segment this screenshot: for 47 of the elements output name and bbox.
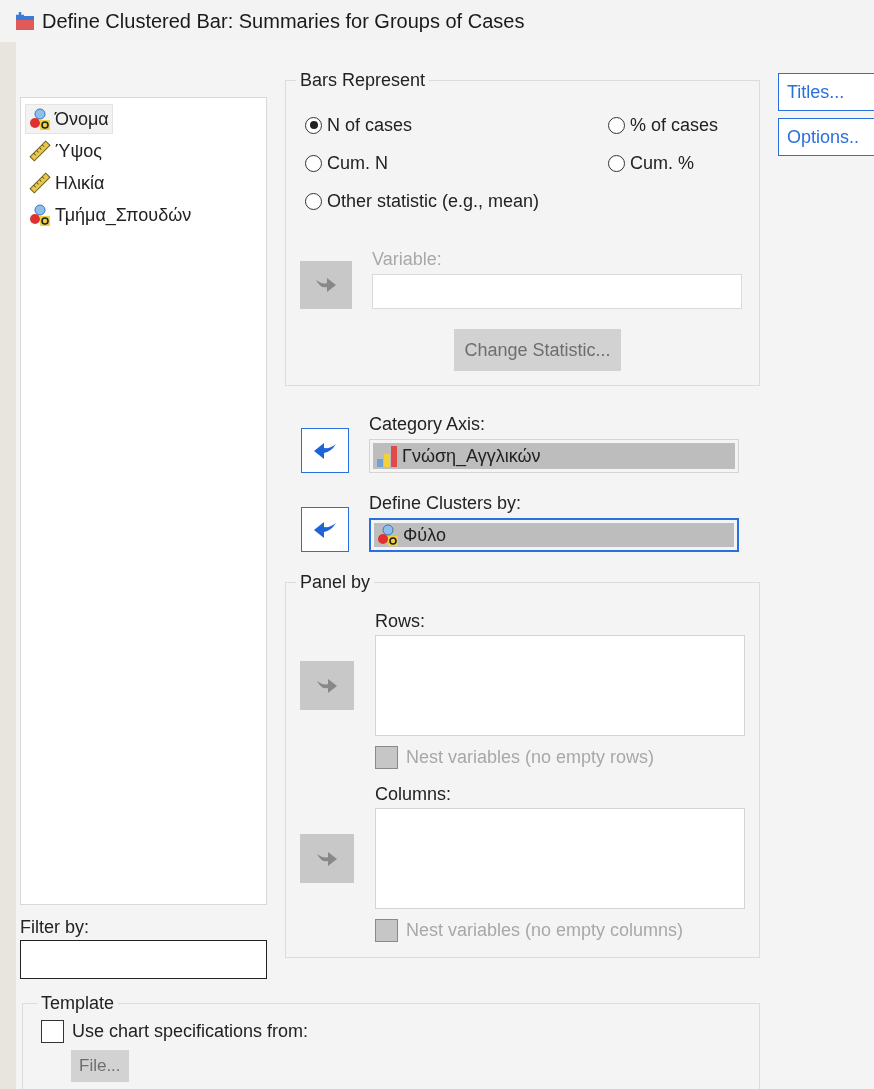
circles-icon bbox=[377, 524, 399, 546]
variable-item[interactable]: Ηλικία bbox=[25, 168, 109, 198]
group-title: Bars Represent bbox=[299, 70, 427, 91]
variable-field[interactable]: Φύλο bbox=[369, 518, 739, 552]
radio-option[interactable]: N of cases bbox=[305, 113, 608, 137]
bar-chart-icon bbox=[376, 444, 398, 468]
group-title: Panel by bbox=[299, 572, 372, 593]
field-label: Category Axis: bbox=[369, 414, 487, 435]
variable-item[interactable]: Ύψος bbox=[25, 136, 106, 166]
list-field[interactable] bbox=[375, 635, 745, 736]
radio-button[interactable] bbox=[608, 116, 625, 134]
field-label: Rows: bbox=[375, 611, 425, 631]
arrow-right-icon bbox=[315, 277, 337, 293]
radio-option[interactable]: Cum. N bbox=[305, 151, 608, 175]
variable-list[interactable]: Όνομα Ύψος Ηλικία Τμήμα_Σπουδών bbox=[20, 97, 267, 905]
filter-label: Filter by: bbox=[20, 917, 90, 938]
checkbox[interactable] bbox=[41, 1019, 64, 1043]
group-title: Template bbox=[40, 993, 116, 1014]
radio-button[interactable] bbox=[305, 192, 322, 210]
field-label: Define Clusters by: bbox=[369, 493, 523, 514]
variable-item[interactable]: Τμήμα_Σπουδών bbox=[25, 200, 196, 230]
variable-label: Variable: bbox=[372, 249, 443, 270]
radio-option[interactable]: % of cases bbox=[608, 113, 745, 137]
move-button[interactable] bbox=[301, 507, 349, 552]
circles-icon bbox=[29, 108, 51, 130]
list-field[interactable] bbox=[375, 808, 745, 909]
arrow-right-icon bbox=[316, 677, 338, 694]
window-title: Define Clustered Bar: Summaries for Groups of Cases bbox=[42, 9, 525, 33]
radio-option[interactable]: Other statistic (e.g., mean) bbox=[305, 189, 745, 213]
radio-button[interactable] bbox=[305, 116, 322, 134]
variable-item[interactable]: Όνομα bbox=[25, 104, 113, 134]
dialog-button[interactable]: Options.. bbox=[778, 118, 874, 156]
radio-option[interactable]: Cum. % bbox=[608, 151, 745, 175]
arrow-left-icon bbox=[313, 441, 337, 460]
app-icon bbox=[14, 10, 36, 32]
radio-button[interactable] bbox=[305, 154, 322, 172]
dialog-button[interactable]: Titles... bbox=[778, 73, 874, 111]
arrow-right-icon bbox=[316, 850, 338, 867]
use-spec-option[interactable]: Use chart specifications from: bbox=[41, 1018, 741, 1044]
arrow-left-icon bbox=[313, 520, 337, 539]
circles-icon bbox=[29, 204, 51, 226]
move-button[interactable] bbox=[301, 428, 349, 473]
variable-field[interactable]: Γνώση_Αγγλικών bbox=[369, 439, 739, 473]
variable-field[interactable] bbox=[372, 274, 742, 309]
radio-button[interactable] bbox=[608, 154, 625, 172]
filter-field[interactable] bbox=[20, 940, 267, 979]
field-label: Columns: bbox=[375, 784, 452, 804]
